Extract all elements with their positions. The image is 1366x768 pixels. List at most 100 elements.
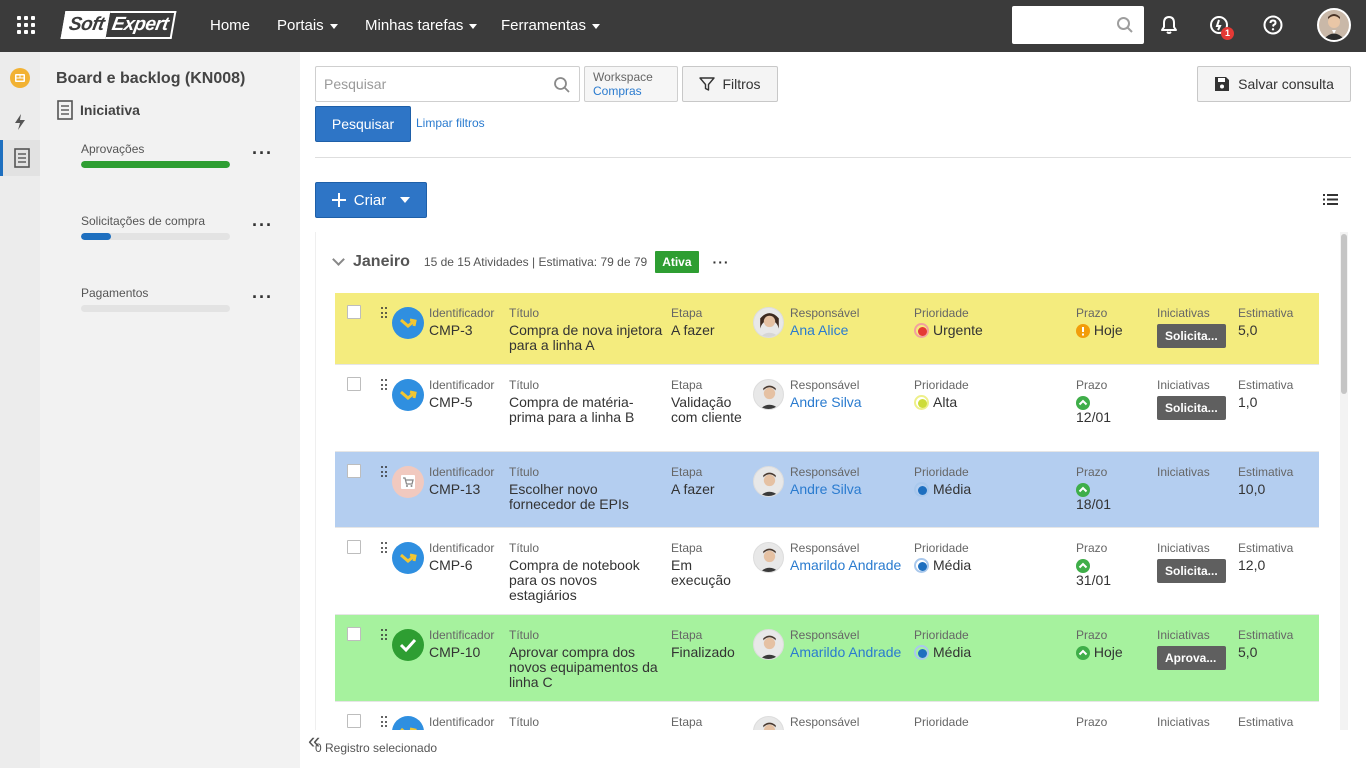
row-checkbox[interactable] [347,540,361,554]
priority-dot-icon [914,558,929,573]
row-title[interactable]: Escolher novo fornecedor de EPIs [509,482,664,512]
initiative-chip[interactable]: Solicita... [1157,559,1226,583]
nav-portais[interactable]: Portais [277,0,338,52]
stage-label: Etapa [671,715,703,729]
rail-backlog[interactable] [0,140,40,176]
drag-handle-icon[interactable] [381,716,387,728]
nav-home[interactable]: Home [210,0,250,52]
row-owner[interactable]: Amarildo Andrade [790,645,910,660]
row-title[interactable]: Compra de notebook para os novos estagiá… [509,558,664,603]
rail-quick-actions[interactable] [0,104,40,140]
drag-handle-icon[interactable] [381,542,387,554]
drag-handle-icon[interactable] [381,466,387,478]
row-title[interactable]: Compra de nova injetora para a linha A [509,323,664,353]
row-owner[interactable]: Andre Silva [790,482,910,497]
priority-label: Prioridade [914,541,969,555]
search-icon[interactable] [553,76,571,94]
logo-text-expert: Expert [105,11,177,39]
stage-cell: Etapa A fazer [671,306,743,338]
due-label: Prazo [1076,378,1108,392]
row-owner[interactable]: Andre Silva [790,395,910,410]
initiative-chip[interactable]: Solicita... [1157,324,1226,348]
row-title[interactable]: Aprovar compra dos novos equipamentos da… [509,645,664,690]
initiative-chip[interactable]: Solicita... [1157,396,1226,420]
owner-cell: Responsável [790,715,910,730]
row-priority: Alta [933,394,958,410]
drag-handle-icon[interactable] [381,629,387,641]
search-button[interactable]: Pesquisar [315,106,411,142]
scrollbar-thumb[interactable] [1341,234,1347,394]
create-label: Criar [353,191,387,209]
row-priority: Média [933,557,972,573]
row-checkbox[interactable] [347,464,361,478]
id-label: Identificador [429,715,495,729]
row-stage: Finalizado [671,644,735,660]
initiative-heading: Iniciativa [56,100,140,120]
row-checkbox[interactable] [347,627,361,641]
lane-progress-bar [81,233,230,240]
list-view-icon[interactable] [1323,193,1338,206]
row-title[interactable]: Compra de matéria-prima para a linha B [509,395,664,425]
avatar [753,542,784,573]
row-owner[interactable]: Ana Alice [790,323,910,338]
table-row[interactable]: Identificador CMP-3 Título Compra de nova i… [335,293,1319,365]
board-scrollbar[interactable] [1340,232,1348,730]
row-checkbox[interactable] [347,305,361,319]
group-more-button[interactable]: ··· [713,254,730,270]
due-label: Prazo [1076,715,1108,729]
row-id[interactable]: CMP-3 [429,323,494,338]
title-cell: Título Compra de matéria-prima para a lin… [509,378,664,425]
row-owner[interactable]: Amarildo Andrade [790,558,910,573]
lane-2[interactable]: Pagamentos ··· [81,286,281,312]
chevron-down-icon[interactable] [332,253,345,266]
table-row[interactable]: Identificador CMP-13 Título Escolher novo f… [335,452,1319,528]
avatar [753,307,784,338]
save-query-button[interactable]: Salvar consulta [1197,66,1351,102]
row-stage: Validação com cliente [671,394,742,425]
workspace-selector[interactable]: Workspace Compras [584,66,678,102]
table-row[interactable]: Identificador Título Etapa Responsável Prior… [335,702,1319,730]
chevron-down-icon [400,197,411,203]
estimate-cell: Estimativa 10,0 [1238,465,1293,497]
priority-cell: Prioridade Média [914,465,971,497]
table-row[interactable]: Identificador CMP-5 Título Compra de matéri… [335,365,1319,452]
row-id[interactable]: CMP-5 [429,395,494,410]
lane-0[interactable]: Aprovações ··· [81,142,281,168]
nav-ferramentas[interactable]: Ferramentas [501,0,601,52]
search-input[interactable] [324,67,544,101]
bell-icon[interactable] [1158,14,1180,36]
user-avatar[interactable] [1317,8,1351,42]
nav-minhas-tarefas[interactable]: Minhas tarefas [365,0,478,52]
lane-label: Aprovações [81,142,145,156]
lane-1[interactable]: Solicitações de compra ··· [81,214,281,240]
create-button[interactable]: Criar [315,182,427,218]
help-icon[interactable] [1262,14,1284,36]
rail-board-app[interactable] [0,60,40,96]
global-search-input[interactable] [1012,6,1144,44]
softexpert-logo[interactable]: Soft Expert [60,11,177,39]
on-time-icon [1076,559,1090,574]
filter-icon [699,77,716,91]
avatar [753,466,784,497]
row-id[interactable]: CMP-10 [429,645,494,660]
lane-more-button[interactable]: ··· [252,288,273,306]
initiative-chip[interactable]: Aprova... [1157,646,1226,670]
clear-filters-link[interactable]: Limpar filtros [416,116,485,130]
drag-handle-icon[interactable] [381,307,387,319]
table-row[interactable]: Identificador CMP-6 Título Compra de notebo… [335,528,1319,615]
search-field[interactable] [315,66,580,102]
filters-button[interactable]: Filtros [682,66,778,102]
priority-label: Prioridade [914,465,969,479]
row-id[interactable]: CMP-6 [429,558,494,573]
side-panel: Board e backlog (KN008) Iniciativa Aprov… [40,52,320,768]
table-row[interactable]: Identificador CMP-10 Título Aprovar compra … [335,615,1319,702]
workspace-label: Workspace [593,70,653,84]
apps-grid-icon[interactable] [17,16,35,34]
drag-handle-icon[interactable] [381,379,387,391]
row-checkbox[interactable] [347,377,361,391]
row-id[interactable]: CMP-13 [429,482,494,497]
row-priority: Urgente [933,322,983,338]
row-checkbox[interactable] [347,714,361,728]
lane-more-button[interactable]: ··· [252,216,273,234]
lane-more-button[interactable]: ··· [252,144,273,162]
